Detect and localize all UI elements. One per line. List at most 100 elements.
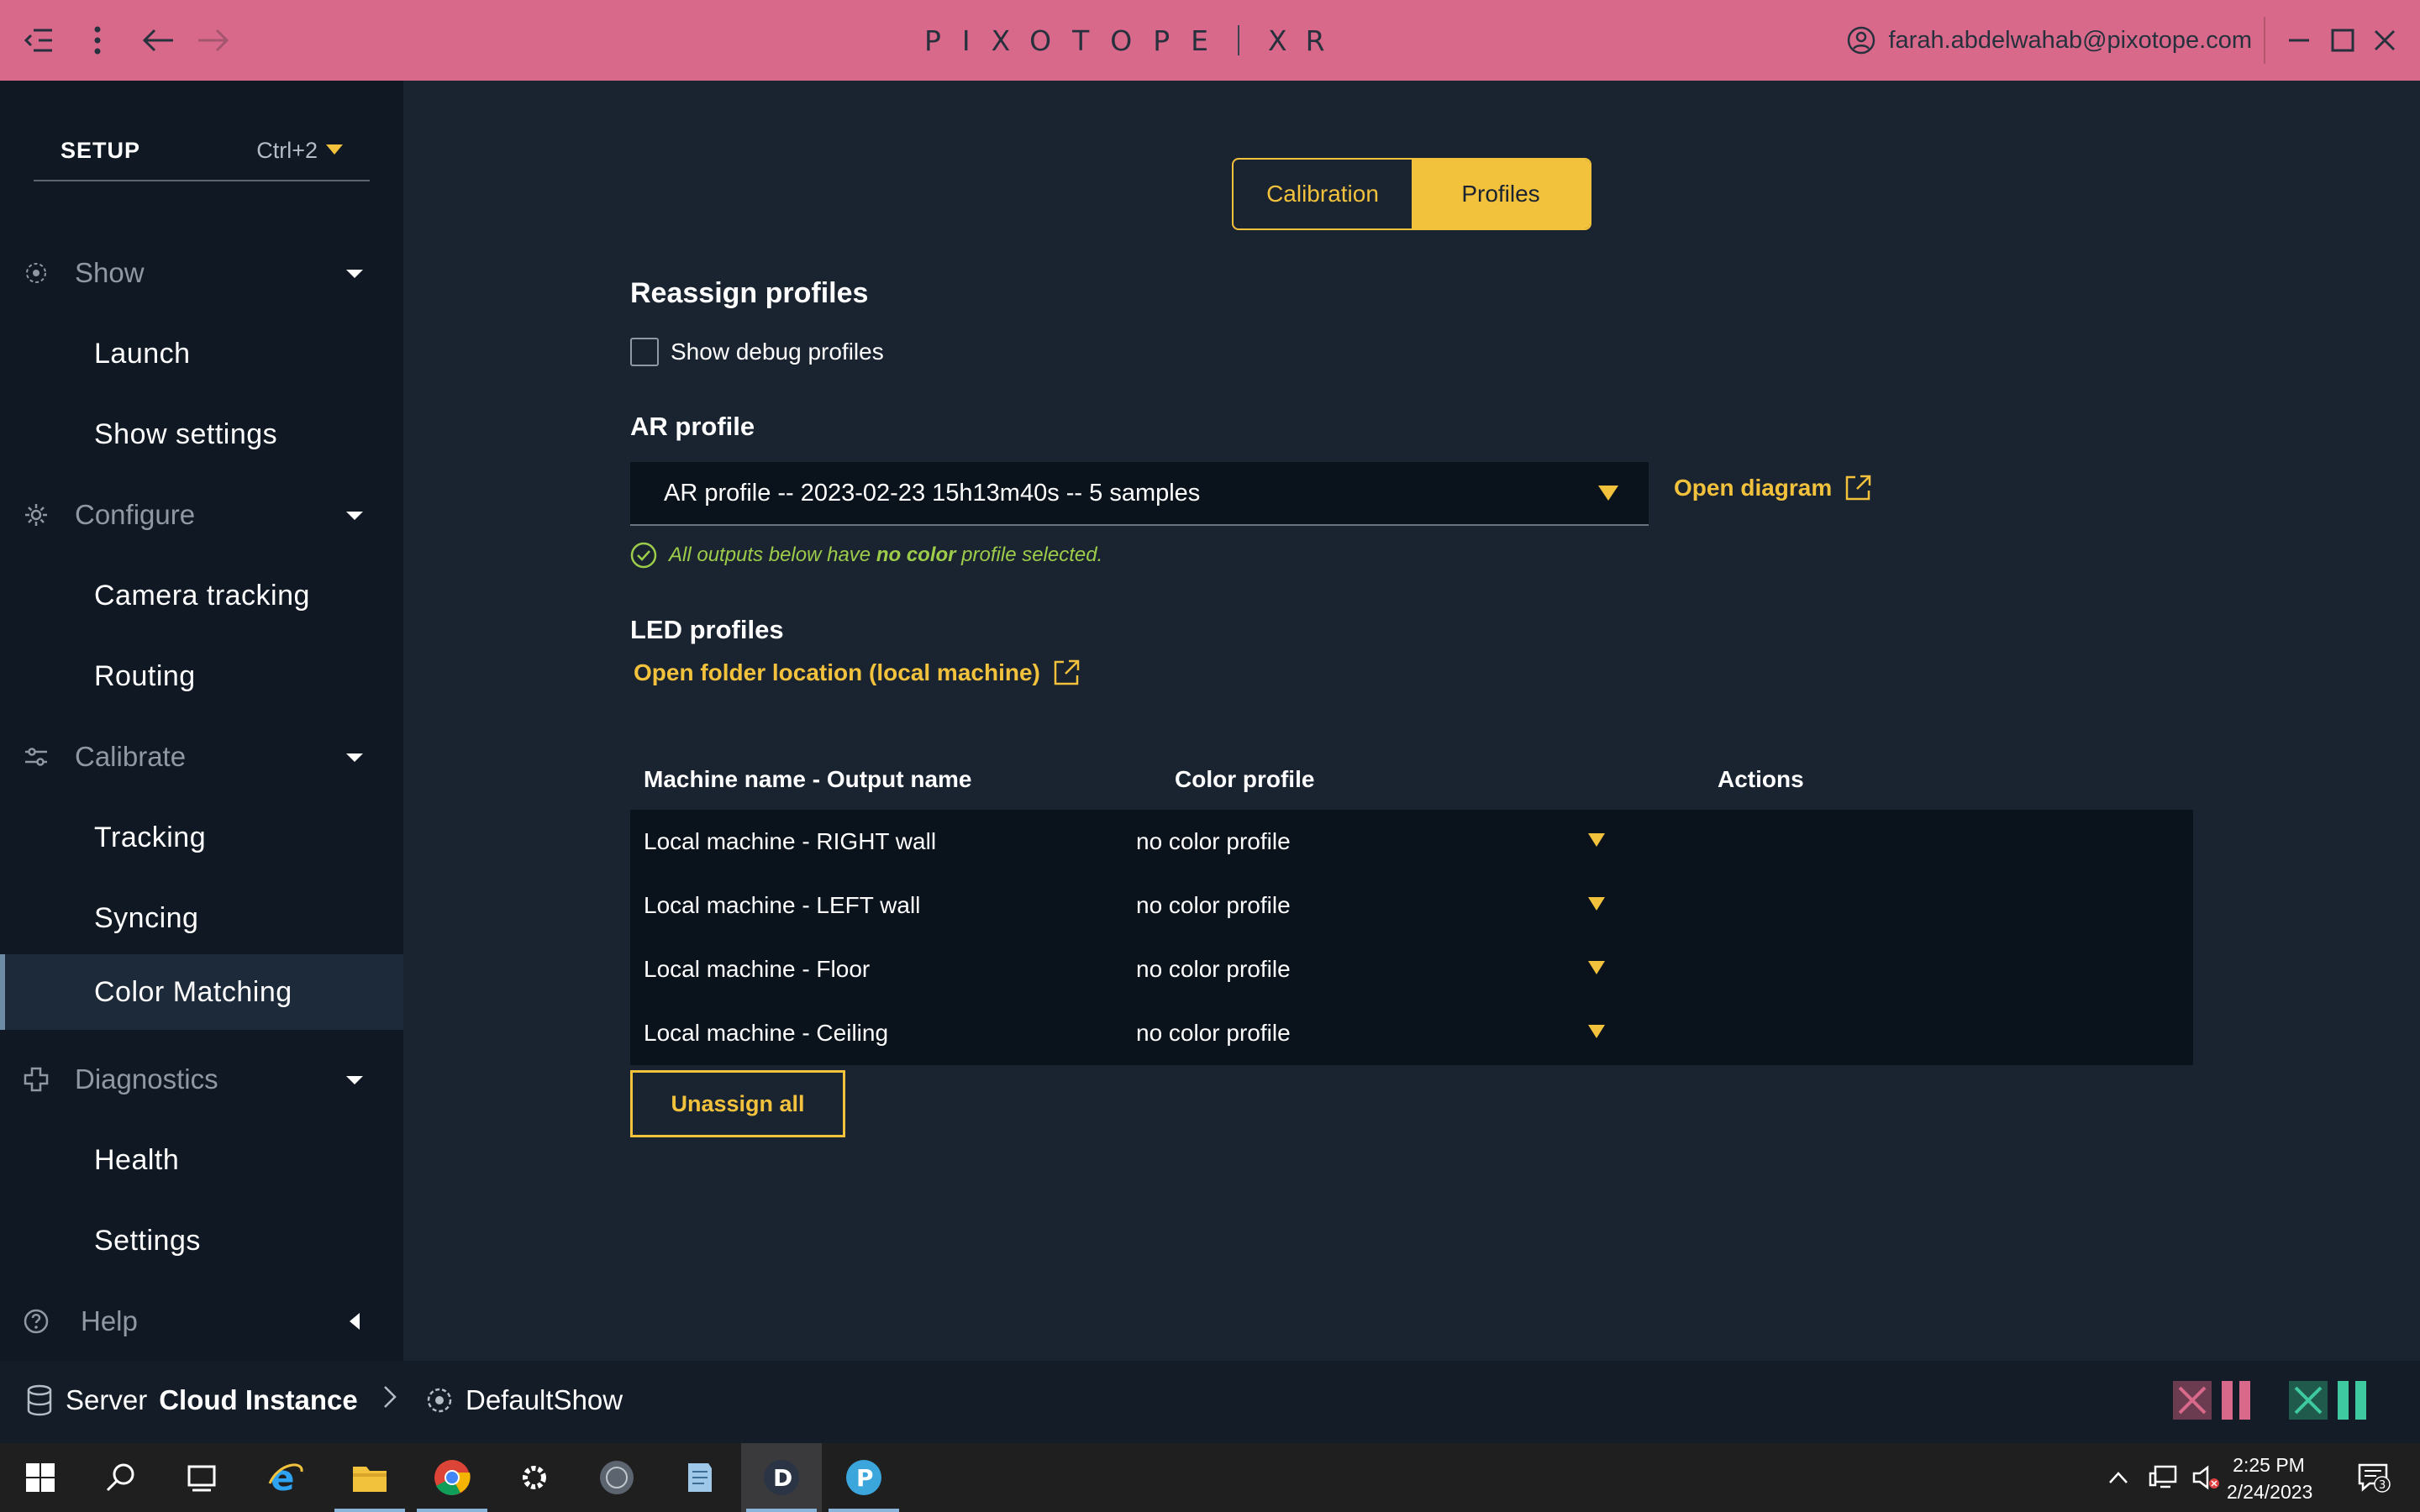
settings-gear-icon[interactable] (494, 1443, 575, 1512)
indicator-pink[interactable] (2173, 1381, 2255, 1420)
caret-down-icon[interactable] (1586, 959, 1607, 976)
row-output-name: Local machine - Floor (644, 956, 871, 982)
ar-profile-title: AR profile (630, 412, 755, 441)
ar-profile-select[interactable]: AR profile -- 2023-02-23 15h13m40s -- 5 … (630, 462, 1649, 526)
sidebar-item-label: Routing (94, 659, 196, 692)
gear-icon (25, 504, 47, 526)
row-output-name: Local machine - RIGHT wall (644, 828, 937, 854)
profile-status-message: All outputs below have no color profile … (630, 542, 1102, 569)
table-header: Machine name - Output name Color profile… (630, 746, 2193, 810)
show-debug-checkbox[interactable] (630, 338, 659, 366)
sidebar-item-show-settings[interactable]: Show settings (0, 396, 403, 472)
sidebar-item-syncing[interactable]: Syncing (0, 880, 403, 956)
status-bold: no color (876, 543, 956, 566)
pixotope-icon[interactable]: P (823, 1443, 904, 1512)
pixotope-director-icon[interactable]: D (741, 1443, 822, 1512)
show-debug-label: Show debug profiles (671, 339, 884, 365)
nav-group-label: Configure (75, 499, 196, 530)
sidebar-item-label: Tracking (94, 821, 207, 853)
tab-calibration[interactable]: Calibration (1234, 160, 1412, 228)
forward-arrow-icon[interactable] (190, 17, 237, 64)
sidebar: SETUP Ctrl+2 Show Launch Show settings C… (0, 81, 403, 1361)
sidebar-item-health[interactable]: Health (0, 1122, 403, 1198)
sidebar-item-label: Health (94, 1143, 180, 1176)
logo-text: PIXOTOPE (924, 24, 1229, 57)
user-account[interactable]: farah.abdelwahab@pixotope.com (1847, 22, 2252, 59)
file-explorer-icon[interactable] (329, 1443, 410, 1512)
sidebar-item-launch[interactable]: Launch (0, 316, 403, 391)
nav-group-configure[interactable]: Configure (0, 477, 403, 553)
nav-group-label: Diagnostics (75, 1063, 218, 1095)
internet-explorer-icon[interactable]: e (245, 1443, 326, 1512)
collapse-menu-icon[interactable] (15, 17, 62, 64)
indicator-green[interactable] (2289, 1381, 2371, 1420)
maximize-icon[interactable] (2319, 17, 2366, 64)
nav-group-label: Help (81, 1305, 138, 1336)
more-vertical-icon[interactable] (74, 17, 121, 64)
sidebar-item-routing[interactable]: Routing (0, 638, 403, 714)
chrome-icon[interactable] (412, 1443, 492, 1512)
show-indicator[interactable]: DefaultShow (425, 1384, 623, 1416)
sidebar-item-camera-tracking[interactable]: Camera tracking (0, 558, 403, 633)
setup-menu[interactable]: SETUP Ctrl+2 (34, 121, 370, 181)
caret-down-icon (346, 753, 363, 762)
setup-shortcut: Ctrl+2 (256, 138, 343, 164)
back-arrow-icon[interactable] (134, 17, 182, 64)
row-color-profile-select[interactable]: no color profile (1136, 892, 1291, 919)
sidebar-item-label: Settings (94, 1224, 201, 1257)
caret-down-icon (346, 1076, 363, 1084)
bars-icon (2338, 1381, 2366, 1420)
app-icon-globe[interactable] (576, 1443, 657, 1512)
clock-time: 2:25 PM (2233, 1454, 2305, 1476)
setup-shortcut-text: Ctrl+2 (256, 137, 318, 163)
nav-group-calibrate[interactable]: Calibrate (0, 719, 403, 795)
sidebar-item-color-matching[interactable]: Color Matching (0, 954, 403, 1030)
running-indicator (334, 1509, 405, 1512)
main-panel: Calibration Profiles Reassign profiles S… (430, 108, 2393, 1337)
show-debug-profiles-toggle[interactable]: Show debug profiles (630, 338, 884, 366)
task-view-icon[interactable] (161, 1443, 242, 1512)
caret-down-icon (346, 270, 363, 278)
open-folder-link[interactable]: Open folder location (local machine) (634, 659, 1081, 687)
tab-profiles[interactable]: Profiles (1412, 160, 1590, 228)
caret-down-icon[interactable] (1586, 832, 1607, 848)
sidebar-item-label: Syncing (94, 901, 199, 934)
tray-chevron-up-icon[interactable] (2096, 1443, 2141, 1512)
sidebar-item-tracking[interactable]: Tracking (0, 800, 403, 875)
nav-group-diagnostics[interactable]: Diagnostics (0, 1042, 403, 1117)
caret-down-icon[interactable] (1586, 1023, 1607, 1040)
row-color-profile-select[interactable]: no color profile (1136, 956, 1291, 983)
close-icon[interactable] (2361, 17, 2408, 64)
windows-taskbar: e D P 2:25 PM 2/24/2023 3 (0, 1443, 2420, 1512)
table-row: Local machine - Floor no color profile (630, 937, 2193, 1001)
svg-text:D: D (773, 1464, 792, 1492)
server-label: Server (66, 1384, 148, 1415)
sidebar-item-settings[interactable]: Settings (0, 1203, 403, 1278)
running-indicator (746, 1509, 817, 1512)
sidebar-item-label: Launch (94, 337, 191, 370)
nav-group-help[interactable]: Help (0, 1284, 403, 1359)
windows-start-icon[interactable] (0, 1443, 81, 1512)
volume-muted-icon[interactable] (2185, 1443, 2228, 1512)
title-bar: PIXOTOPE XR farah.abdelwahab@pixotope.co… (0, 0, 2420, 81)
notifications-icon[interactable]: 3 (2344, 1443, 2403, 1512)
svg-text:P: P (856, 1464, 874, 1492)
row-color-profile-select[interactable]: no color profile (1136, 828, 1291, 855)
minimize-icon[interactable] (2275, 17, 2323, 64)
server-indicator[interactable]: Server Cloud Instance (25, 1384, 358, 1416)
nav-group-show[interactable]: Show (0, 235, 403, 311)
table-body: Local machine - RIGHT wall no color prof… (630, 810, 2193, 1065)
table-row: Local machine - RIGHT wall no color prof… (630, 810, 2193, 874)
search-icon[interactable] (81, 1443, 161, 1512)
row-color-profile-select[interactable]: no color profile (1136, 1020, 1291, 1047)
unassign-all-button[interactable]: Unassign all (630, 1070, 845, 1137)
notepad-icon[interactable] (659, 1443, 739, 1512)
caret-down-icon[interactable] (1586, 895, 1607, 912)
column-header-actions: Actions (1718, 766, 1804, 792)
sliders-icon (25, 748, 47, 766)
network-icon[interactable] (2141, 1443, 2185, 1512)
table-row: Local machine - Ceiling no color profile (630, 1001, 2193, 1065)
system-clock[interactable]: 2:25 PM 2/24/2023 (2227, 1452, 2312, 1505)
caret-down-icon (326, 144, 343, 155)
open-diagram-link[interactable]: Open diagram (1674, 474, 1872, 502)
